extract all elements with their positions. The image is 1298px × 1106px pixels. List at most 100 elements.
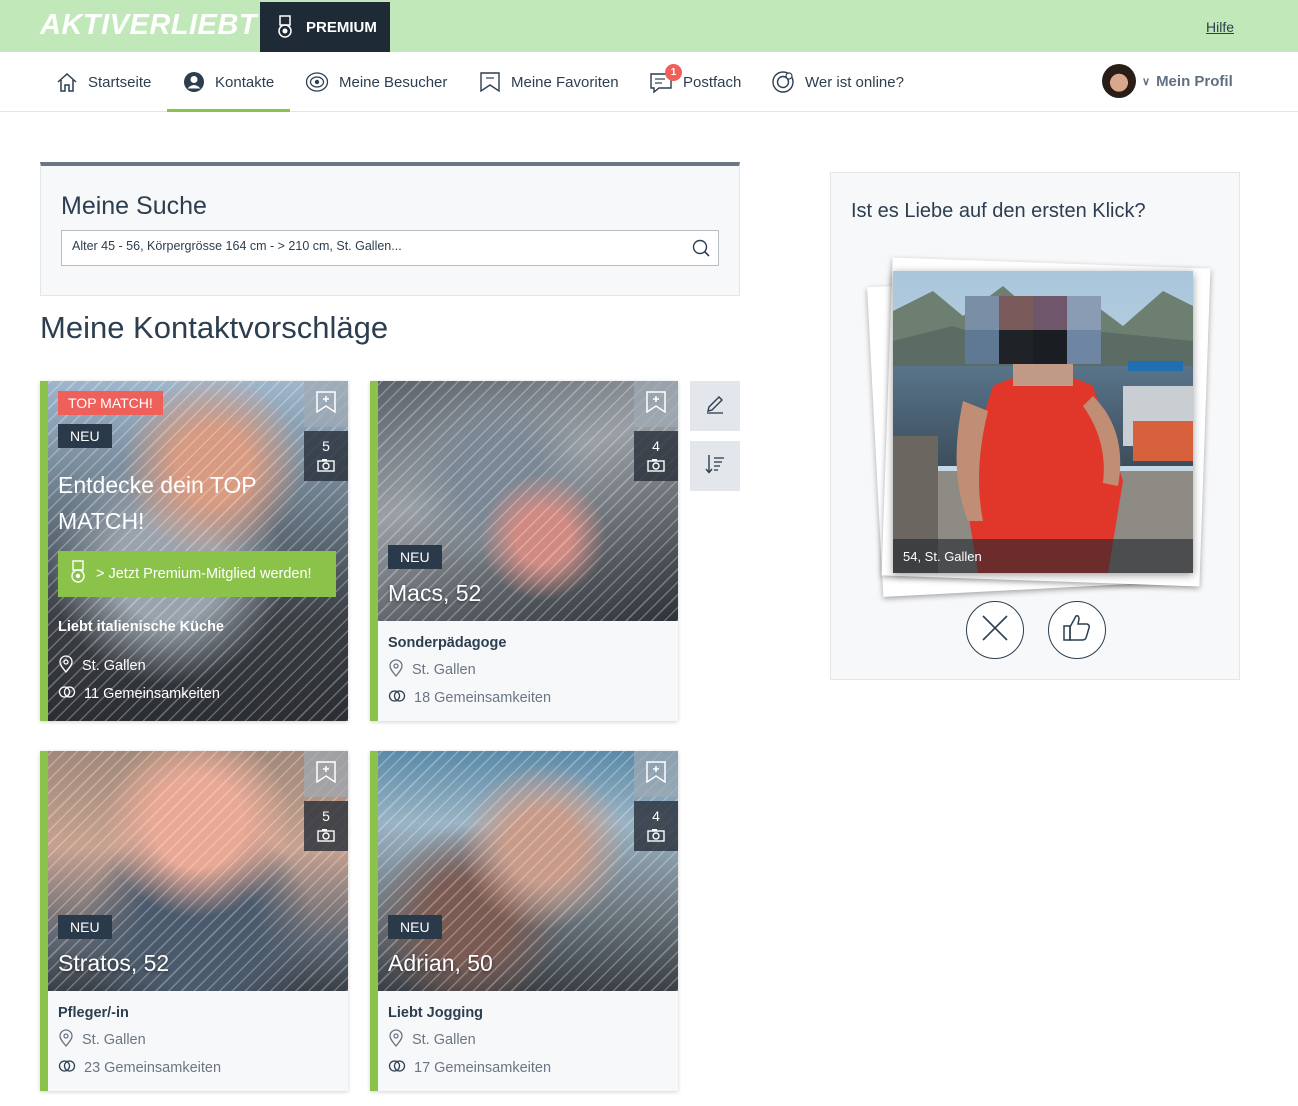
profile-label: Mein Profil	[1156, 72, 1233, 90]
eye-icon	[305, 71, 329, 93]
contact-card[interactable]: 4 NEU Adrian, 50 Liebt Jogging St. Galle…	[370, 751, 678, 1091]
card-common: 18 Gemeinsamkeiten	[388, 689, 668, 707]
top-match-badge: TOP MATCH!	[58, 391, 163, 415]
nav-postfach[interactable]: 1 Postfach	[649, 52, 741, 112]
nav-wer-ist-online[interactable]: Wer ist online?	[771, 52, 904, 112]
help-link[interactable]: Hilfe	[1206, 19, 1234, 35]
bookmark-add-icon	[316, 390, 336, 418]
avatar	[1102, 64, 1136, 98]
premium-tab[interactable]: PREMIUM	[260, 2, 390, 52]
rings-icon	[388, 689, 406, 707]
nav-label: Meine Favoriten	[511, 73, 619, 91]
photo-count[interactable]: 5	[304, 431, 348, 481]
logo[interactable]: AKTIVERLIEBT	[40, 9, 257, 42]
photo-count-value: 4	[652, 437, 660, 454]
card-info: Liebt Jogging St. Gallen 17 Gemeinsamkei…	[378, 991, 678, 1091]
new-badge: NEU	[58, 915, 112, 939]
location-label: St. Gallen	[412, 662, 476, 678]
nav-label: Postfach	[683, 73, 742, 91]
search-icon[interactable]	[692, 239, 710, 260]
location-pin-icon	[388, 1029, 404, 1051]
common-label: 11 Gemeinsamkeiten	[84, 686, 220, 702]
like-button[interactable]	[1048, 601, 1106, 659]
photo-count-value: 5	[322, 437, 330, 454]
photo-count[interactable]: 5	[304, 801, 348, 851]
pencil-icon	[705, 394, 725, 419]
profile-photo: 4 NEU Macs, 52	[378, 381, 678, 621]
photo-count[interactable]: 4	[634, 431, 678, 481]
bookmark-button[interactable]	[634, 751, 678, 797]
bookmark-add-icon	[646, 760, 666, 788]
section-title: Meine Kontaktvorschläge	[40, 310, 389, 345]
search-title: Meine Suche	[61, 192, 207, 220]
quick-match-panel: Ist es Liebe auf den ersten Klick? 54, S…	[830, 172, 1240, 680]
edit-search-button[interactable]	[690, 381, 740, 431]
location-pin-icon	[388, 659, 404, 681]
camera-icon	[647, 458, 665, 475]
photo-count[interactable]: 4	[634, 801, 678, 851]
nav-meine-favoriten[interactable]: Meine Favoriten	[479, 52, 619, 112]
premium-upgrade-button[interactable]: > Jetzt Premium-Mitglied werden!	[58, 551, 336, 597]
card-info: Liebt italienische Küche St. Gallen 11 G…	[58, 619, 224, 703]
photo-count-value: 4	[652, 807, 660, 824]
dislike-button[interactable]	[966, 601, 1024, 659]
nav-label: Meine Besucher	[339, 73, 448, 91]
common-label: 17 Gemeinsamkeiten	[414, 1060, 552, 1076]
common-label: 23 Gemeinsamkeiten	[84, 1060, 222, 1076]
location-pin-icon	[58, 655, 74, 677]
new-badge: NEU	[388, 545, 442, 569]
bookmark-button[interactable]	[304, 381, 348, 427]
rings-icon	[388, 1059, 406, 1077]
profile-menu[interactable]: ∨ Mein Profil	[1102, 64, 1233, 98]
new-badge: NEU	[58, 424, 112, 448]
unread-badge: 1	[665, 64, 682, 81]
card-name[interactable]: Macs, 52	[388, 580, 481, 607]
main-nav: Startseite Kontakte Meine Besucher Meine…	[0, 52, 1298, 112]
search-value: Alter 45 - 56, Körpergrösse 164 cm - > 2…	[72, 239, 402, 253]
card-accent	[40, 751, 48, 1091]
bookmark-icon	[479, 71, 501, 93]
rings-icon	[58, 685, 76, 703]
sort-icon	[704, 453, 726, 480]
card-name[interactable]: Stratos, 52	[58, 950, 169, 977]
card-location: St. Gallen	[58, 1029, 338, 1049]
card-common: 17 Gemeinsamkeiten	[388, 1059, 668, 1077]
nav-label: Kontakte	[215, 73, 275, 91]
camera-icon	[317, 828, 335, 845]
search-input[interactable]: Alter 45 - 56, Körpergrösse 164 cm - > 2…	[61, 230, 719, 266]
new-badge: NEU	[388, 915, 442, 939]
common-label: 18 Gemeinsamkeiten	[414, 690, 552, 706]
card-info: Sonderpädagoge St. Gallen 18 Gemeinsamke…	[378, 621, 678, 721]
top-match-card[interactable]: TOP MATCH! NEU 5 Entdecke dein TOP MATCH…	[40, 381, 348, 721]
card-location: St. Gallen	[388, 659, 668, 681]
bookmark-button[interactable]	[304, 751, 348, 797]
nav-kontakte[interactable]: Kontakte	[167, 52, 291, 112]
profile-photo: 4 NEU Adrian, 50	[378, 751, 678, 991]
location-label: St. Gallen	[82, 1032, 146, 1048]
card-accent	[370, 751, 378, 1091]
contact-card[interactable]: 5 NEU Stratos, 52 Pfleger/-in St. Gallen…	[40, 751, 348, 1091]
medal-icon	[70, 560, 86, 588]
card-location: St. Gallen	[388, 1029, 668, 1051]
sort-button[interactable]	[690, 441, 740, 491]
nav-startseite[interactable]: Startseite	[56, 52, 151, 112]
bookmark-button[interactable]	[634, 381, 678, 427]
top-match-headline: Entdecke dein TOP MATCH!	[58, 472, 257, 534]
rings-icon	[58, 1059, 76, 1077]
card-accent	[40, 381, 48, 721]
profile-photo: TOP MATCH! NEU 5 Entdecke dein TOP MATCH…	[48, 381, 348, 721]
card-name[interactable]: Adrian, 50	[388, 950, 493, 977]
nav-label: Wer ist online?	[805, 73, 904, 91]
contact-card[interactable]: 4 NEU Macs, 52 Sonderpädagoge St. Gallen…	[370, 381, 678, 721]
nav-meine-besucher[interactable]: Meine Besucher	[305, 52, 447, 112]
card-tagline: Pfleger/-in	[58, 1005, 129, 1021]
search-card: Meine Suche Alter 45 - 56, Körpergrösse …	[40, 162, 740, 296]
profile-photo: 5 NEU Stratos, 52	[48, 751, 348, 991]
location-label: St. Gallen	[412, 1032, 476, 1048]
bookmark-add-icon	[646, 390, 666, 418]
location-label: St. Gallen	[82, 658, 146, 674]
quick-match-title: Ist es Liebe auf den ersten Klick?	[851, 200, 1146, 222]
online-icon	[771, 70, 795, 94]
quick-match-photo[interactable]: 54, St. Gallen	[893, 271, 1193, 573]
chevron-down-icon: ∨	[1142, 75, 1151, 88]
